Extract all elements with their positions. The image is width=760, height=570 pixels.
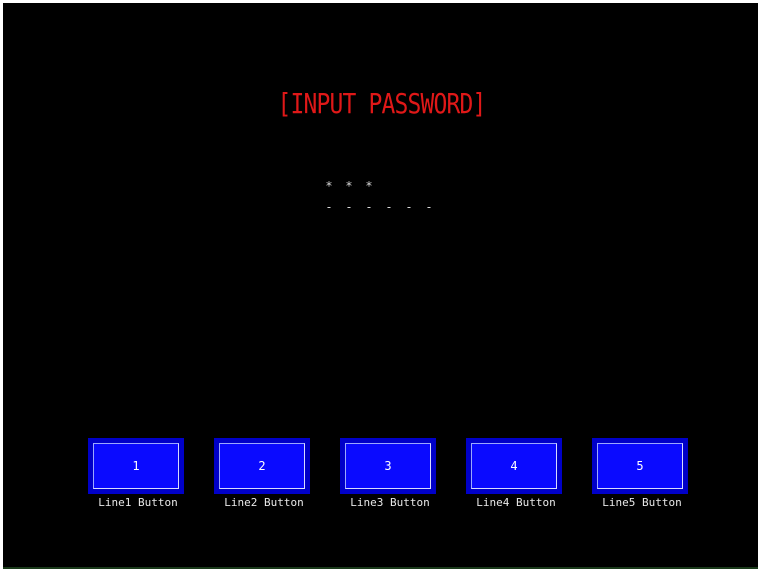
password-char: * <box>345 179 353 193</box>
password-masked-row: * * * <box>321 177 437 195</box>
password-char: * <box>325 179 333 193</box>
password-char <box>401 177 417 195</box>
password-slot: - <box>405 200 413 214</box>
line2-button-label[interactable]: 2 <box>219 443 305 489</box>
line5-button-label[interactable]: 5 <box>597 443 683 489</box>
line2-button-group: 2 Line2 Button <box>209 438 319 518</box>
password-screen: [INPUT PASSWORD] * * * - - - - - - 1 Lin… <box>3 3 758 569</box>
password-slot-row: - - - - - - <box>321 198 437 216</box>
password-slot: - <box>345 200 353 214</box>
line1-button-group: 1 Line1 Button <box>83 438 193 518</box>
line3-button-group: 3 Line3 Button <box>335 438 445 518</box>
line5-button[interactable]: 5 <box>592 438 688 494</box>
line2-button[interactable]: 2 <box>214 438 310 494</box>
line5-button-group: 5 Line5 Button <box>587 438 697 518</box>
line1-button-caption: Line1 Button <box>98 496 178 509</box>
line1-button[interactable]: 1 <box>88 438 184 494</box>
line3-button-caption: Line3 Button <box>350 496 430 509</box>
line-button-bar: 1 Line1 Button 2 Line2 Button 3 Line3 Bu… <box>83 438 693 518</box>
line2-button-caption: Line2 Button <box>224 496 304 509</box>
line4-button-caption: Line4 Button <box>476 496 556 509</box>
line4-button-label[interactable]: 4 <box>471 443 557 489</box>
password-slot: - <box>385 200 393 214</box>
password-char: * <box>365 179 373 193</box>
line1-button-label[interactable]: 1 <box>93 443 179 489</box>
line5-button-caption: Line5 Button <box>602 496 682 509</box>
password-slot: - <box>425 200 433 214</box>
password-slot: - <box>325 200 333 214</box>
line4-button[interactable]: 4 <box>466 438 562 494</box>
line3-button[interactable]: 3 <box>340 438 436 494</box>
password-char <box>421 177 437 195</box>
password-slot: - <box>365 200 373 214</box>
page-title: [INPUT PASSWORD] <box>277 87 486 120</box>
password-char <box>381 177 397 195</box>
line3-button-label[interactable]: 3 <box>345 443 431 489</box>
line4-button-group: 4 Line4 Button <box>461 438 571 518</box>
